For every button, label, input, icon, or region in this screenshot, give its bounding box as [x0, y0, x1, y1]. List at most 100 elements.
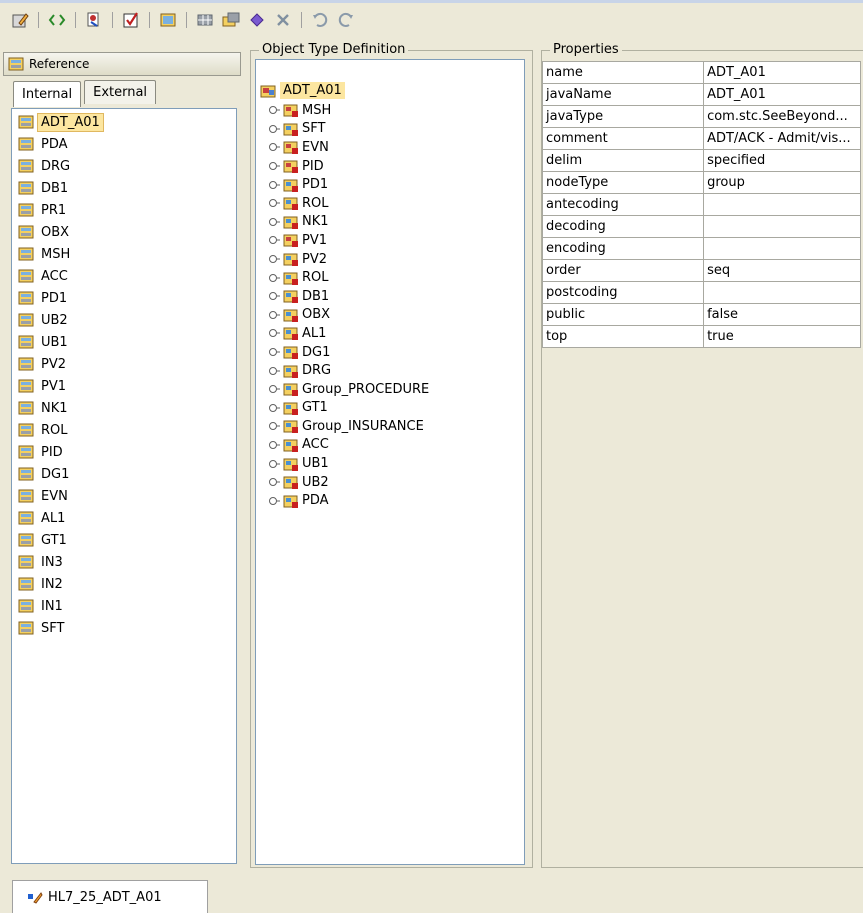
reference-list-item[interactable]: DG1: [12, 463, 236, 485]
expand-toggle-icon[interactable]: [268, 253, 280, 265]
tree-node[interactable]: NK1: [256, 213, 524, 232]
expand-toggle-icon[interactable]: [268, 383, 280, 395]
property-value[interactable]: ADT/ACK - Admit/vis...: [703, 127, 861, 150]
property-row[interactable]: javaType com.stc.SeeBeyond...: [541, 105, 861, 128]
tree-node[interactable]: EVN: [256, 138, 524, 157]
reference-list-item[interactable]: IN1: [12, 595, 236, 617]
tree-node[interactable]: ROL: [256, 194, 524, 213]
expand-toggle-icon[interactable]: [268, 439, 280, 451]
expand-toggle-icon[interactable]: [268, 197, 280, 209]
expand-toggle-icon[interactable]: [268, 234, 280, 246]
undo-icon[interactable]: [308, 8, 332, 32]
tree-node[interactable]: PD1: [256, 175, 524, 194]
diamond-icon[interactable]: [245, 8, 269, 32]
tree-node[interactable]: MSH: [256, 101, 524, 120]
add-segment-icon[interactable]: [219, 8, 243, 32]
reference-list-item[interactable]: PV1: [12, 375, 236, 397]
redo-icon[interactable]: [334, 8, 358, 32]
reference-list-item[interactable]: PDA: [12, 133, 236, 155]
reference-list-item[interactable]: GT1: [12, 529, 236, 551]
reference-list-item[interactable]: PV2: [12, 353, 236, 375]
property-row[interactable]: antecoding: [541, 193, 861, 216]
reference-list-item[interactable]: PD1: [12, 287, 236, 309]
property-value[interactable]: specified: [703, 149, 861, 172]
tree-root[interactable]: ADT_A01: [260, 82, 345, 99]
expand-toggle-icon[interactable]: [268, 346, 280, 358]
property-value[interactable]: ADT_A01: [703, 61, 861, 84]
expand-toggle-icon[interactable]: [268, 420, 280, 432]
expand-toggle-icon[interactable]: [268, 327, 280, 339]
property-value[interactable]: [703, 193, 861, 216]
expand-toggle-icon[interactable]: [268, 216, 280, 228]
document-tab[interactable]: HL7_25_ADT_A01: [12, 880, 208, 913]
property-value[interactable]: seq: [703, 259, 861, 282]
expand-toggle-icon[interactable]: [268, 402, 280, 414]
tree-node[interactable]: PV1: [256, 231, 524, 250]
edit-icon[interactable]: [8, 8, 32, 32]
property-row[interactable]: name ADT_A01: [541, 61, 861, 84]
tree-node[interactable]: DG1: [256, 343, 524, 362]
validate-icon[interactable]: [119, 8, 143, 32]
property-value[interactable]: [703, 281, 861, 304]
expand-toggle-icon[interactable]: [268, 160, 280, 172]
code-icon[interactable]: [45, 8, 69, 32]
reference-list-item[interactable]: NK1: [12, 397, 236, 419]
expand-toggle-icon[interactable]: [268, 104, 280, 116]
expand-toggle-icon[interactable]: [268, 365, 280, 377]
property-value[interactable]: group: [703, 171, 861, 194]
reference-list-item[interactable]: DB1: [12, 177, 236, 199]
tree-node[interactable]: GT1: [256, 399, 524, 418]
reference-list-item[interactable]: EVN: [12, 485, 236, 507]
reference-list-item[interactable]: PR1: [12, 199, 236, 221]
expand-toggle-icon[interactable]: [268, 123, 280, 135]
expand-toggle-icon[interactable]: [268, 179, 280, 191]
tree-node[interactable]: OBX: [256, 306, 524, 325]
grid-icon[interactable]: [193, 8, 217, 32]
reference-list-item[interactable]: IN2: [12, 573, 236, 595]
reference-list-item[interactable]: AL1: [12, 507, 236, 529]
property-row[interactable]: postcoding: [541, 281, 861, 304]
expand-toggle-icon[interactable]: [268, 141, 280, 153]
property-value[interactable]: [703, 237, 861, 260]
property-value[interactable]: true: [703, 325, 861, 348]
expand-toggle-icon[interactable]: [268, 272, 280, 284]
property-row[interactable]: public false: [541, 303, 861, 326]
tree-node[interactable]: UB2: [256, 473, 524, 492]
property-value[interactable]: ADT_A01: [703, 83, 861, 106]
reference-list-item[interactable]: ACC: [12, 265, 236, 287]
tree-node[interactable]: Group_PROCEDURE: [256, 380, 524, 399]
reference-list-item[interactable]: DRG: [12, 155, 236, 177]
expand-toggle-icon[interactable]: [268, 458, 280, 470]
property-value[interactable]: [703, 215, 861, 238]
tree-node[interactable]: PDA: [256, 491, 524, 510]
property-value[interactable]: false: [703, 303, 861, 326]
tree-node[interactable]: SFT: [256, 120, 524, 139]
property-row[interactable]: encoding: [541, 237, 861, 260]
property-row[interactable]: top true: [541, 325, 861, 348]
expand-toggle-icon[interactable]: [268, 290, 280, 302]
segment-icon[interactable]: [156, 8, 180, 32]
expand-toggle-icon[interactable]: [268, 476, 280, 488]
tree-node[interactable]: UB1: [256, 454, 524, 473]
tab-internal[interactable]: Internal: [13, 81, 82, 107]
tab-external[interactable]: External: [84, 80, 157, 104]
expand-toggle-icon[interactable]: [268, 495, 280, 507]
reference-list-item[interactable]: IN3: [12, 551, 236, 573]
reference-list-item[interactable]: OBX: [12, 221, 236, 243]
reference-list-item[interactable]: UB1: [12, 331, 236, 353]
property-row[interactable]: delim specified: [541, 149, 861, 172]
property-row[interactable]: nodeType group: [541, 171, 861, 194]
tree-node[interactable]: Group_INSURANCE: [256, 417, 524, 436]
delete-icon[interactable]: [271, 8, 295, 32]
reference-list-item[interactable]: ROL: [12, 419, 236, 441]
property-row[interactable]: javaName ADT_A01: [541, 83, 861, 106]
property-row[interactable]: decoding: [541, 215, 861, 238]
tree-node[interactable]: DB1: [256, 287, 524, 306]
reference-list-item[interactable]: SFT: [12, 617, 236, 639]
tree-node[interactable]: ROL: [256, 268, 524, 287]
reference-list-item[interactable]: ADT_A01: [12, 111, 236, 133]
tree-node[interactable]: ACC: [256, 436, 524, 455]
property-value[interactable]: com.stc.SeeBeyond...: [703, 105, 861, 128]
reference-list-item[interactable]: MSH: [12, 243, 236, 265]
expand-toggle-icon[interactable]: [268, 309, 280, 321]
